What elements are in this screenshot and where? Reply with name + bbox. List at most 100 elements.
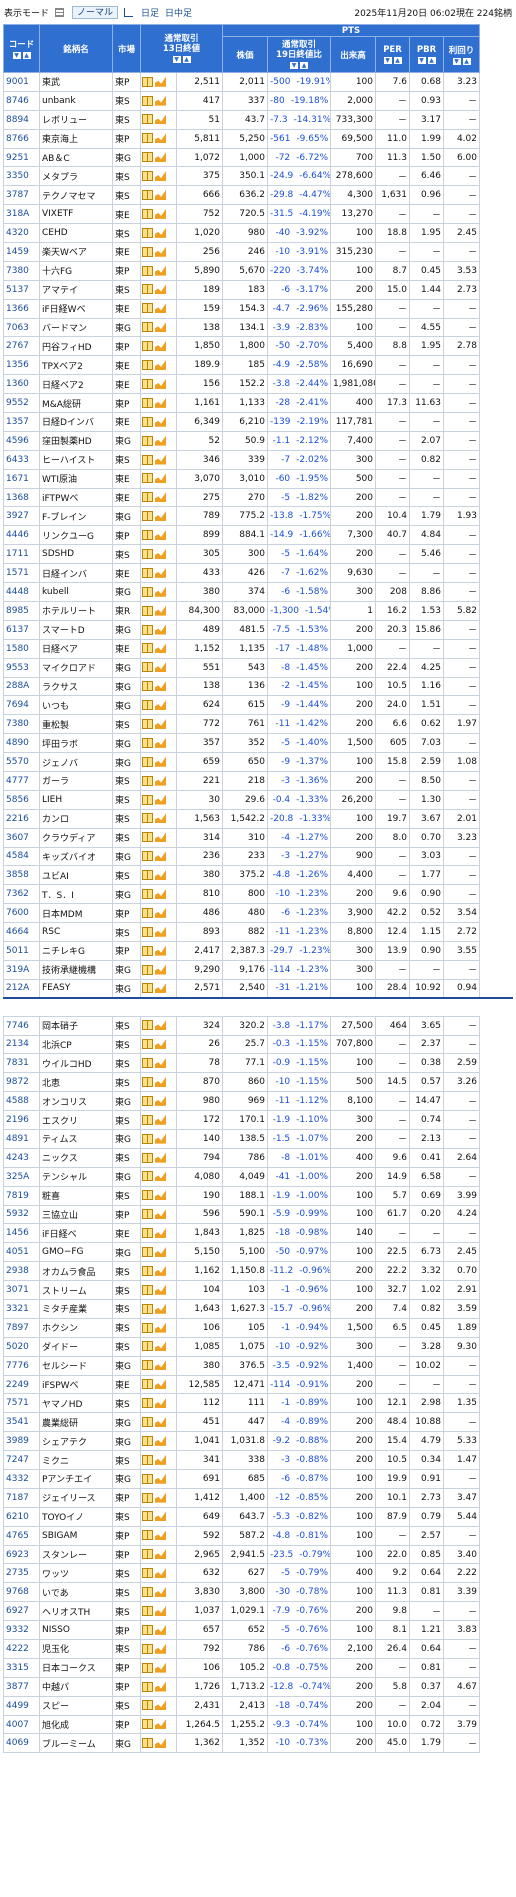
chart-icon[interactable] [155,983,166,994]
stock-code-link[interactable]: 1456 [3,1223,40,1244]
stock-name-link[interactable]: 十六FG [39,260,113,281]
stock-code-link[interactable]: 7380 [3,714,40,735]
board-icon[interactable] [142,1454,153,1465]
intraday-chart-link[interactable]: 日中足 [165,6,192,19]
chart-icon[interactable] [155,1549,166,1560]
stock-name-link[interactable]: テクノマセマ [39,185,113,206]
stock-name-link[interactable]: 岡本硝子 [39,1015,113,1036]
board-icon[interactable] [142,322,153,333]
stock-name-link[interactable]: ティムス [39,1128,113,1149]
chart-icon[interactable] [155,1530,166,1541]
stock-code-link[interactable]: 7600 [3,903,40,924]
board-icon[interactable] [142,964,153,975]
stock-code-link[interactable]: 2735 [3,1563,40,1584]
stock-name-link[interactable]: FEASY [39,978,113,999]
stock-name-link[interactable]: リンクユーG [39,525,113,546]
chart-icon[interactable] [155,870,166,881]
stock-code-link[interactable]: 3858 [3,865,40,886]
sort-up-icon[interactable]: ▲ [427,56,436,64]
chart-icon[interactable] [155,1190,166,1201]
stock-name-link[interactable]: いであ [39,1582,113,1603]
board-icon[interactable] [142,171,153,182]
board-icon[interactable] [142,1379,153,1390]
stock-name-link[interactable]: キッズバイオ [39,846,113,867]
stock-code-link[interactable]: 8985 [3,600,40,621]
stock-name-link[interactable]: アマテイ [39,279,113,300]
stock-code-link[interactable]: 9251 [3,147,40,168]
stock-name-link[interactable]: M&A総研 [39,393,113,414]
board-icon[interactable] [142,378,153,389]
stock-code-link[interactable]: 3541 [3,1412,40,1433]
stock-code-link[interactable]: 4051 [3,1242,40,1263]
chart-icon[interactable] [155,1435,166,1446]
sort-down-icon[interactable]: ▼ [290,61,298,69]
board-icon[interactable] [142,1681,153,1692]
stock-code-link[interactable]: 7897 [3,1317,40,1338]
stock-code-link[interactable]: 2249 [3,1374,40,1395]
board-icon[interactable] [142,1265,153,1276]
stock-code-link[interactable]: 1360 [3,374,40,395]
board-icon[interactable] [142,1473,153,1484]
stock-name-link[interactable]: マイクロアド [39,657,113,678]
board-icon[interactable] [142,1360,153,1371]
stock-code-link[interactable]: 2767 [3,336,40,357]
board-icon[interactable] [142,643,153,654]
chart-icon[interactable] [155,208,166,219]
board-icon[interactable] [142,1039,153,1050]
board-icon[interactable] [142,888,153,899]
stock-code-link[interactable]: 8766 [3,128,40,149]
board-icon[interactable] [142,265,153,276]
board-icon[interactable] [142,983,153,994]
stock-code-link[interactable]: 4765 [3,1525,40,1546]
board-icon[interactable] [142,1171,153,1182]
stock-name-link[interactable]: オンコリス [39,1091,113,1112]
board-icon[interactable] [142,360,153,371]
stock-code-link[interactable]: 1356 [3,355,40,376]
chart-icon[interactable] [155,567,166,578]
board-icon[interactable] [142,756,153,767]
chart-icon[interactable] [155,303,166,314]
stock-code-link[interactable]: 4320 [3,223,40,244]
stock-name-link[interactable]: セルシード [39,1355,113,1376]
board-icon[interactable] [142,1624,153,1635]
col-yield[interactable]: 利回り ▼ ▲ [443,36,480,73]
chart-icon[interactable] [155,95,166,106]
stock-code-link[interactable]: 3787 [3,185,40,206]
board-icon[interactable] [142,1605,153,1616]
col-regular[interactable]: 通常取引 13日終値 ▼ ▲ [140,24,223,73]
stock-name-link[interactable]: ミクニ [39,1450,113,1471]
stock-code-link[interactable]: 3927 [3,506,40,527]
board-icon[interactable] [142,1492,153,1503]
sort-down-icon[interactable]: ▼ [417,56,426,64]
chart-icon[interactable] [155,1738,166,1749]
stock-code-link[interactable]: 212A [3,978,40,999]
stock-name-link[interactable]: スマートD [39,619,113,640]
stock-code-link[interactable]: 1571 [3,563,40,584]
stock-code-link[interactable]: 4446 [3,525,40,546]
chart-icon[interactable] [155,1114,166,1125]
board-icon[interactable] [142,1587,153,1598]
stock-name-link[interactable]: ガーラ [39,770,113,791]
chart-icon[interactable] [155,907,166,918]
stock-name-link[interactable]: ホテルリート [39,600,113,621]
board-icon[interactable] [142,700,153,711]
stock-code-link[interactable]: 318A [3,204,40,225]
stock-name-link[interactable]: 東京海上 [39,128,113,149]
stock-name-link[interactable]: iFTPWベ [39,487,113,508]
daily-chart-link[interactable]: 日足 [141,6,159,19]
stock-name-link[interactable]: Pアンチエイ [39,1469,113,1489]
board-icon[interactable] [142,473,153,484]
chart-icon[interactable] [155,492,166,503]
stock-name-link[interactable]: NISSO [39,1620,113,1641]
stock-code-link[interactable]: 7362 [3,884,40,905]
board-icon[interactable] [142,1435,153,1446]
board-icon[interactable] [142,95,153,106]
chart-icon[interactable] [155,1020,166,1031]
stock-code-link[interactable]: 7694 [3,695,40,716]
stock-code-link[interactable]: 8894 [3,109,40,130]
stock-name-link[interactable]: ニックス [39,1147,113,1168]
stock-code-link[interactable]: 1368 [3,487,40,508]
chart-icon[interactable] [155,1511,166,1522]
chart-icon[interactable] [155,681,166,692]
stock-name-link[interactable]: unbank [39,90,113,111]
